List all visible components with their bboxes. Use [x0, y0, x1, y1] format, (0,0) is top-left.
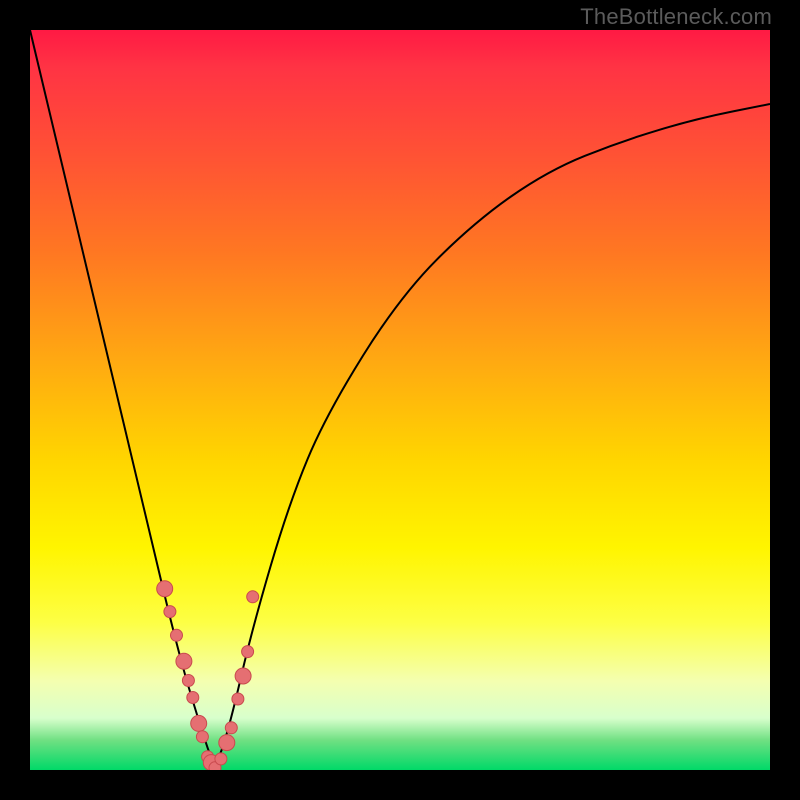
plot-area: [30, 30, 770, 770]
data-marker: [182, 675, 194, 687]
data-marker: [219, 735, 235, 751]
data-marker: [196, 731, 208, 743]
bottleneck-curve: [30, 30, 770, 759]
data-marker: [191, 715, 207, 731]
curve-layer: [30, 30, 770, 770]
watermark-text: TheBottleneck.com: [580, 4, 772, 30]
data-marker: [187, 692, 199, 704]
data-marker: [157, 581, 173, 597]
markers-group: [157, 581, 259, 770]
data-marker: [235, 668, 251, 684]
data-marker: [242, 646, 254, 658]
data-marker: [247, 591, 259, 603]
data-marker: [215, 753, 227, 765]
data-marker: [176, 653, 192, 669]
data-marker: [232, 693, 244, 705]
data-marker: [171, 629, 183, 641]
chart-container: TheBottleneck.com: [0, 0, 800, 800]
data-marker: [164, 606, 176, 618]
data-marker: [225, 722, 237, 734]
